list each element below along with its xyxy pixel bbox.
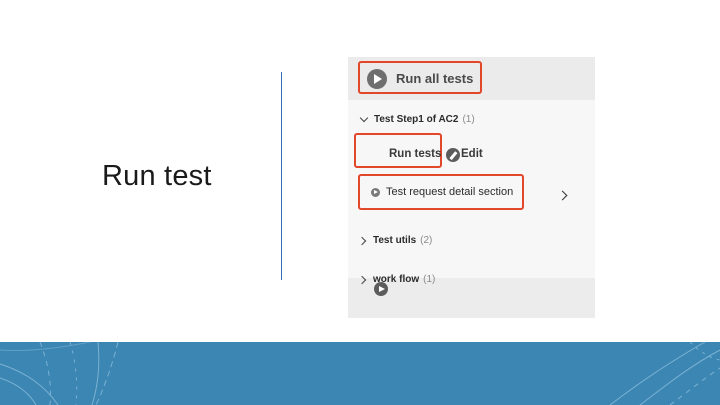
group-test-utils[interactable]: Test utils (2) bbox=[357, 235, 433, 246]
play-circle-icon bbox=[367, 69, 387, 89]
test-item-label: Test request detail section bbox=[386, 186, 514, 198]
group-test-step1[interactable]: Test Step1 of AC2 (1) bbox=[359, 113, 475, 125]
group-count: (1) bbox=[423, 274, 436, 285]
group-work-flow[interactable]: work flow (1) bbox=[357, 274, 436, 285]
edit-button[interactable]: Edit bbox=[461, 148, 483, 160]
chevron-down-icon bbox=[359, 113, 369, 123]
play-circle-icon[interactable] bbox=[371, 188, 380, 197]
footer-decoration bbox=[0, 342, 720, 405]
slide-title: Run test bbox=[102, 160, 212, 192]
group-count: (2) bbox=[420, 235, 433, 246]
chevron-right-icon bbox=[357, 275, 367, 284]
run-all-tests-button[interactable]: Run all tests bbox=[358, 61, 482, 94]
pencil-icon[interactable] bbox=[446, 148, 460, 162]
chevron-right-icon bbox=[357, 236, 367, 245]
vertical-divider bbox=[281, 72, 282, 280]
group-count: (1) bbox=[462, 114, 475, 125]
group-name: Test Step1 of AC2 bbox=[374, 114, 459, 125]
group-name: Test utils bbox=[373, 235, 417, 246]
run-tests-label: Run tests bbox=[389, 148, 442, 160]
group-name: work flow bbox=[373, 274, 420, 285]
footer-lines-graphic bbox=[0, 342, 720, 405]
run-all-tests-label: Run all tests bbox=[396, 71, 474, 86]
